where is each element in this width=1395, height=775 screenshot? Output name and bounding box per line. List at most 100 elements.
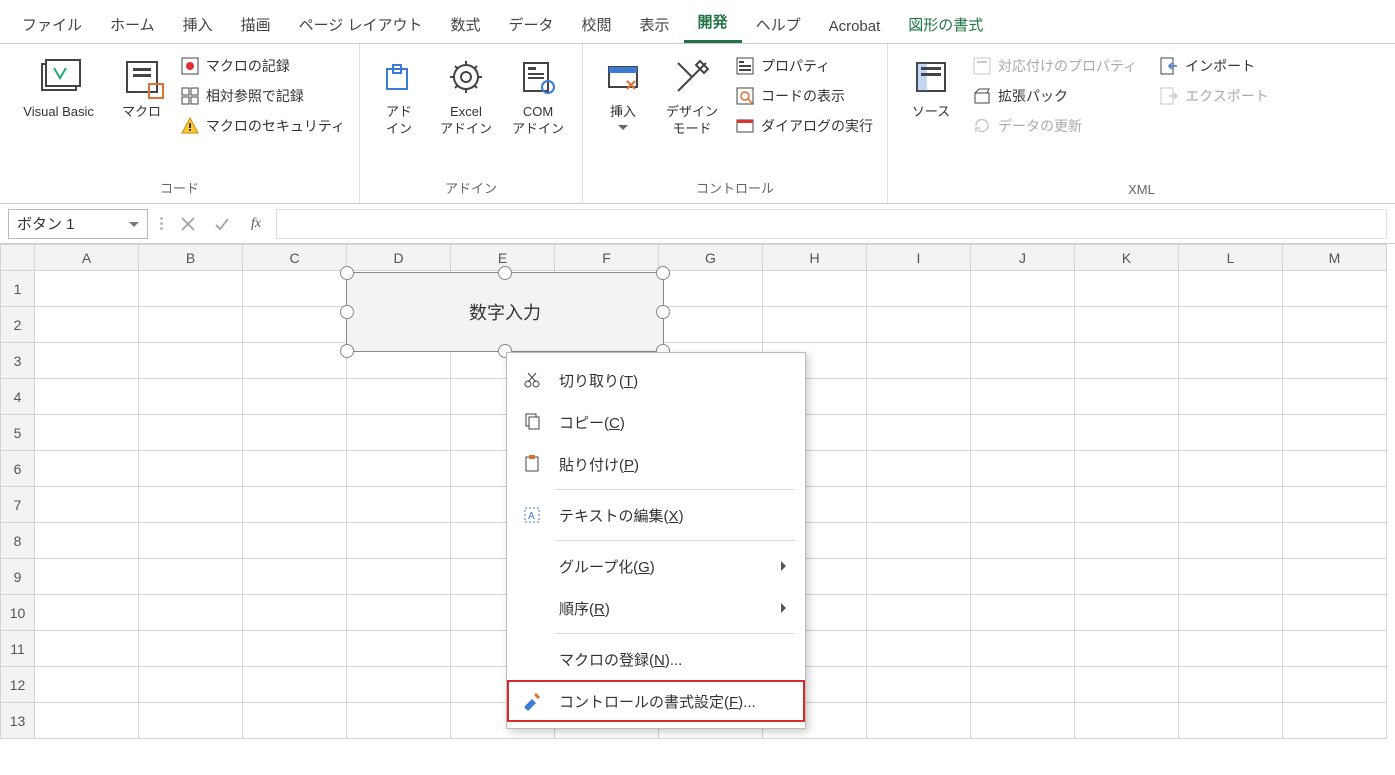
col-header[interactable]: I	[867, 245, 971, 271]
xml-source-button[interactable]: ソース	[896, 48, 966, 127]
resize-handle[interactable]	[656, 305, 670, 319]
menu-edit-text[interactable]: A テキストの編集(X)	[507, 494, 805, 536]
export-icon	[1159, 86, 1179, 106]
menu-group[interactable]: グループ化(G)	[507, 545, 805, 587]
ribbon-group-addins: アド イン Excel アドイン COM アドイン アドイン	[360, 44, 583, 203]
ribbon: Visual Basic マクロ マクロの記録 相対参照で記録	[0, 44, 1395, 204]
tab-home[interactable]: ホーム	[96, 4, 169, 43]
col-header[interactable]: B	[139, 245, 243, 271]
tab-acrobat[interactable]: Acrobat	[815, 8, 895, 43]
cancel-button[interactable]	[174, 210, 202, 238]
menu-cut[interactable]: 切り取り(T)	[507, 359, 805, 401]
enter-button[interactable]	[208, 210, 236, 238]
export-button: エクスポート	[1153, 82, 1275, 110]
row-header[interactable]: 5	[1, 415, 35, 451]
col-header[interactable]: C	[243, 245, 347, 271]
tab-draw[interactable]: 描画	[227, 4, 285, 43]
excel-addins-icon	[443, 54, 489, 100]
import-button[interactable]: インポート	[1153, 52, 1275, 80]
row-header[interactable]: 9	[1, 559, 35, 595]
col-header[interactable]: H	[763, 245, 867, 271]
tab-view[interactable]: 表示	[626, 4, 684, 43]
expansion-packs-icon	[972, 86, 992, 106]
com-addins-button[interactable]: COM アドイン	[502, 48, 574, 144]
addins-button[interactable]: アド イン	[368, 48, 430, 144]
tab-insert[interactable]: 挿入	[169, 4, 227, 43]
record-macro-icon	[180, 56, 200, 76]
group-label-xml: XML	[896, 178, 1387, 203]
col-header[interactable]: A	[35, 245, 139, 271]
group-label-addins: アドイン	[368, 174, 574, 203]
row-header[interactable]: 3	[1, 343, 35, 379]
row-header[interactable]: 1	[1, 271, 35, 307]
menu-format-control[interactable]: コントロールの書式設定(F)...	[507, 680, 805, 722]
resize-handle[interactable]	[656, 266, 670, 280]
fx-button[interactable]: fx	[242, 210, 270, 238]
macro-security-button[interactable]: マクロのセキュリティ	[174, 112, 351, 140]
resize-handle[interactable]	[340, 344, 354, 358]
col-header[interactable]: D	[347, 245, 451, 271]
row-header[interactable]: 6	[1, 451, 35, 487]
record-macro-button[interactable]: マクロの記録	[174, 52, 351, 80]
expansion-packs-button[interactable]: 拡張パック	[966, 82, 1143, 110]
col-header[interactable]: G	[659, 245, 763, 271]
run-dialog-button[interactable]: ダイアログの実行	[729, 112, 879, 140]
menu-separator	[555, 540, 795, 541]
tab-shapeformat[interactable]: 図形の書式	[894, 4, 997, 43]
menu-separator	[555, 489, 795, 490]
row-header[interactable]: 12	[1, 667, 35, 703]
tab-data[interactable]: データ	[495, 4, 568, 43]
cut-icon	[521, 369, 543, 391]
menu-assign-macro[interactable]: マクロの登録(N)...	[507, 638, 805, 680]
form-button-object[interactable]: 数字入力	[346, 272, 664, 352]
worksheet-grid[interactable]: A B C D E F G H I J K L M 1 2 3 4 5 6 7 …	[0, 244, 1395, 739]
name-box[interactable]: ボタン 1	[8, 209, 148, 239]
formula-bar: ボタン 1 fx	[0, 204, 1395, 244]
drag-handle-icon[interactable]	[154, 217, 168, 230]
row-header[interactable]: 4	[1, 379, 35, 415]
col-header[interactable]: M	[1283, 245, 1387, 271]
tab-pagelayout[interactable]: ページ レイアウト	[285, 4, 437, 43]
row-header[interactable]: 8	[1, 523, 35, 559]
macros-icon	[119, 54, 165, 100]
group-label-code: コード	[8, 174, 351, 203]
excel-addins-button[interactable]: Excel アドイン	[430, 48, 502, 144]
svg-text:A: A	[528, 511, 535, 522]
addins-icon	[376, 54, 422, 100]
tab-help[interactable]: ヘルプ	[742, 4, 815, 43]
view-code-button[interactable]: コードの表示	[729, 82, 879, 110]
relative-reference-button[interactable]: 相対参照で記録	[174, 82, 351, 110]
tab-file[interactable]: ファイル	[8, 4, 96, 43]
col-header[interactable]: J	[971, 245, 1075, 271]
col-header[interactable]: K	[1075, 245, 1179, 271]
resize-handle[interactable]	[340, 266, 354, 280]
design-mode-button[interactable]: デザイン モード	[655, 48, 729, 144]
insert-controls-button[interactable]: 挿入	[591, 48, 655, 141]
design-mode-icon	[669, 54, 715, 100]
row-header[interactable]: 7	[1, 487, 35, 523]
col-header[interactable]: F	[555, 245, 659, 271]
properties-button[interactable]: プロパティ	[729, 52, 879, 80]
menu-copy[interactable]: コピー(C)	[507, 401, 805, 443]
visual-basic-button[interactable]: Visual Basic	[8, 48, 109, 127]
select-all-button[interactable]	[1, 245, 35, 271]
row-header[interactable]: 10	[1, 595, 35, 631]
row-header[interactable]: 11	[1, 631, 35, 667]
view-code-icon	[735, 86, 755, 106]
map-properties-icon	[972, 56, 992, 76]
menu-paste[interactable]: 貼り付け(P)	[507, 443, 805, 485]
col-header[interactable]: L	[1179, 245, 1283, 271]
row-header[interactable]: 13	[1, 703, 35, 739]
resize-handle[interactable]	[340, 305, 354, 319]
tab-formulas[interactable]: 数式	[436, 4, 494, 43]
ribbon-group-xml: ソース 対応付けのプロパティ 拡張パック データの更新	[888, 44, 1395, 203]
tab-review[interactable]: 校閲	[568, 4, 626, 43]
macros-button[interactable]: マクロ	[109, 48, 174, 127]
submenu-arrow-icon	[781, 561, 791, 571]
menu-order[interactable]: 順序(R)	[507, 587, 805, 629]
formula-input[interactable]	[276, 209, 1387, 239]
row-header[interactable]: 2	[1, 307, 35, 343]
macro-security-icon	[180, 116, 200, 136]
resize-handle[interactable]	[498, 266, 512, 280]
tab-developer[interactable]: 開発	[684, 1, 742, 43]
